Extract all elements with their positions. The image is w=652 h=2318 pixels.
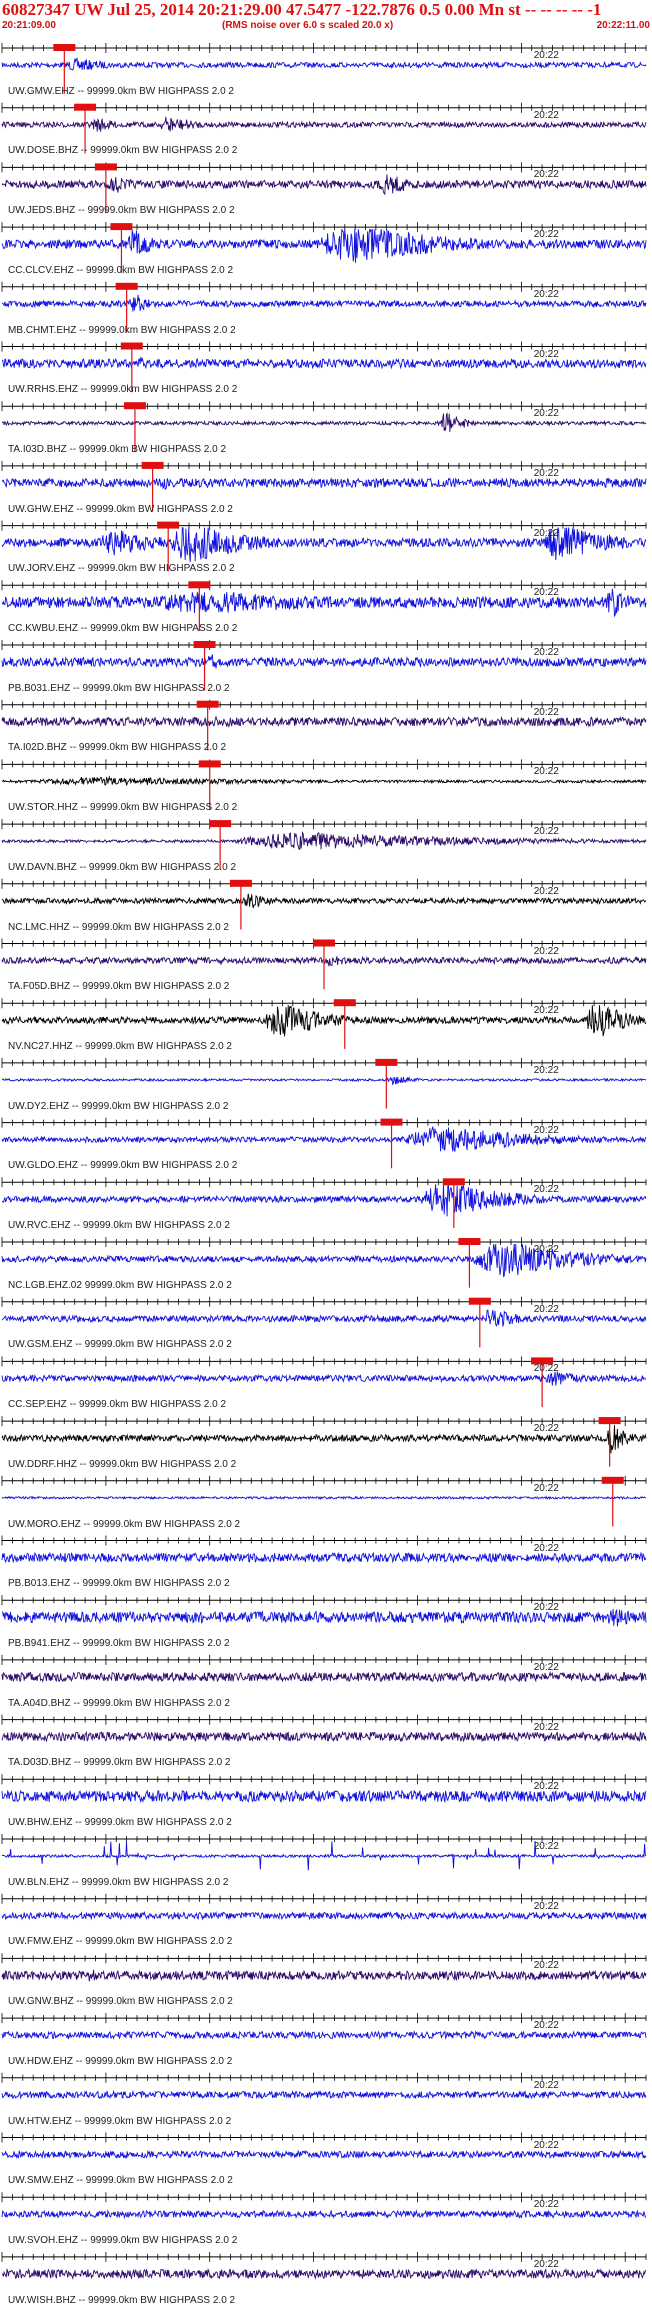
pick-marker xyxy=(458,1238,481,1245)
waveform-trace xyxy=(1,57,647,71)
waveform-trace xyxy=(1,2209,647,2220)
pick-marker xyxy=(94,163,117,171)
pick-marker xyxy=(188,581,211,589)
pick-marker xyxy=(531,1357,554,1365)
pick-marker xyxy=(141,461,164,469)
waveform-trace xyxy=(1,1370,647,1386)
waveform-trace xyxy=(1,1005,647,1037)
waveform-trace xyxy=(1,2030,647,2041)
waveform-trace xyxy=(1,1840,647,1871)
waveform-trace xyxy=(1,294,647,312)
waveform-trace xyxy=(1,527,647,563)
pick-marker xyxy=(193,641,216,648)
pick-marker xyxy=(380,1118,403,1126)
pick-marker xyxy=(115,282,138,290)
waveform-trace xyxy=(1,2089,647,2100)
waveform-trace xyxy=(1,1910,647,1921)
pick-marker xyxy=(601,1476,624,1484)
pick-marker xyxy=(333,999,356,1007)
waveform-trace xyxy=(1,831,647,850)
pick-marker xyxy=(209,820,232,828)
pick-marker xyxy=(442,1178,465,1186)
pick-marker xyxy=(313,939,335,947)
waveform-trace xyxy=(1,1551,647,1564)
waveform-trace xyxy=(1,1076,647,1086)
waveform-trace xyxy=(1,1608,647,1627)
waveform-trace xyxy=(1,1670,647,1683)
pick-marker xyxy=(110,223,133,231)
waveform-trace xyxy=(1,1126,647,1153)
waveform-trace xyxy=(2,2267,646,2280)
pick-marker xyxy=(74,103,97,111)
waveform-trace xyxy=(1,893,647,909)
waveform-trace xyxy=(1,228,647,263)
pick-marker xyxy=(196,700,219,708)
waveform-trace xyxy=(1,412,647,433)
waveform-trace xyxy=(1,1425,647,1454)
waveform-trace xyxy=(2,775,647,786)
pick-marker xyxy=(123,402,146,410)
waveform-trace xyxy=(1,1495,647,1501)
waveform-trace xyxy=(1,1309,647,1327)
pick-marker xyxy=(598,1417,621,1425)
pick-marker xyxy=(229,879,252,887)
pick-marker xyxy=(53,44,76,51)
pick-marker xyxy=(375,1058,398,1066)
waveform-trace xyxy=(1,174,647,196)
pick-marker xyxy=(120,342,143,350)
pick-marker xyxy=(198,760,221,768)
pick-marker xyxy=(157,521,180,529)
waveform-trace xyxy=(1,654,647,669)
waveform-trace xyxy=(1,715,647,728)
waveform-trace xyxy=(1,588,647,618)
waveform-trace xyxy=(1,2149,647,2160)
waveform-trace xyxy=(1,1789,647,1804)
seismogram-plot xyxy=(1,43,647,2280)
waveform-trace xyxy=(2,1184,647,1217)
pick-marker xyxy=(468,1297,491,1305)
waveform-trace xyxy=(1,1730,647,1743)
waveform-trace xyxy=(1,116,647,132)
waveform-trace xyxy=(1,356,647,370)
waveform-trace xyxy=(1,1243,647,1278)
waveform-trace xyxy=(1,476,647,490)
waveform-trace xyxy=(1,1969,647,1982)
